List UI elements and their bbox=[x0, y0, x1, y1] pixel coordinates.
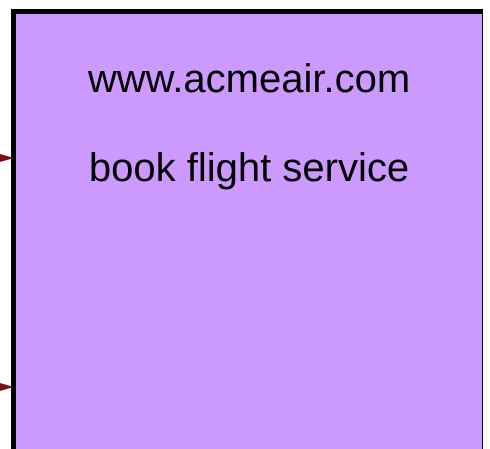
service-node: www.acmeair.com book flight service bbox=[11, 9, 483, 449]
service-url-label: www.acmeair.com bbox=[87, 57, 411, 101]
diagram-canvas: www.acmeair.com book flight service bbox=[0, 0, 490, 449]
service-name-label: book flight service bbox=[88, 146, 410, 190]
